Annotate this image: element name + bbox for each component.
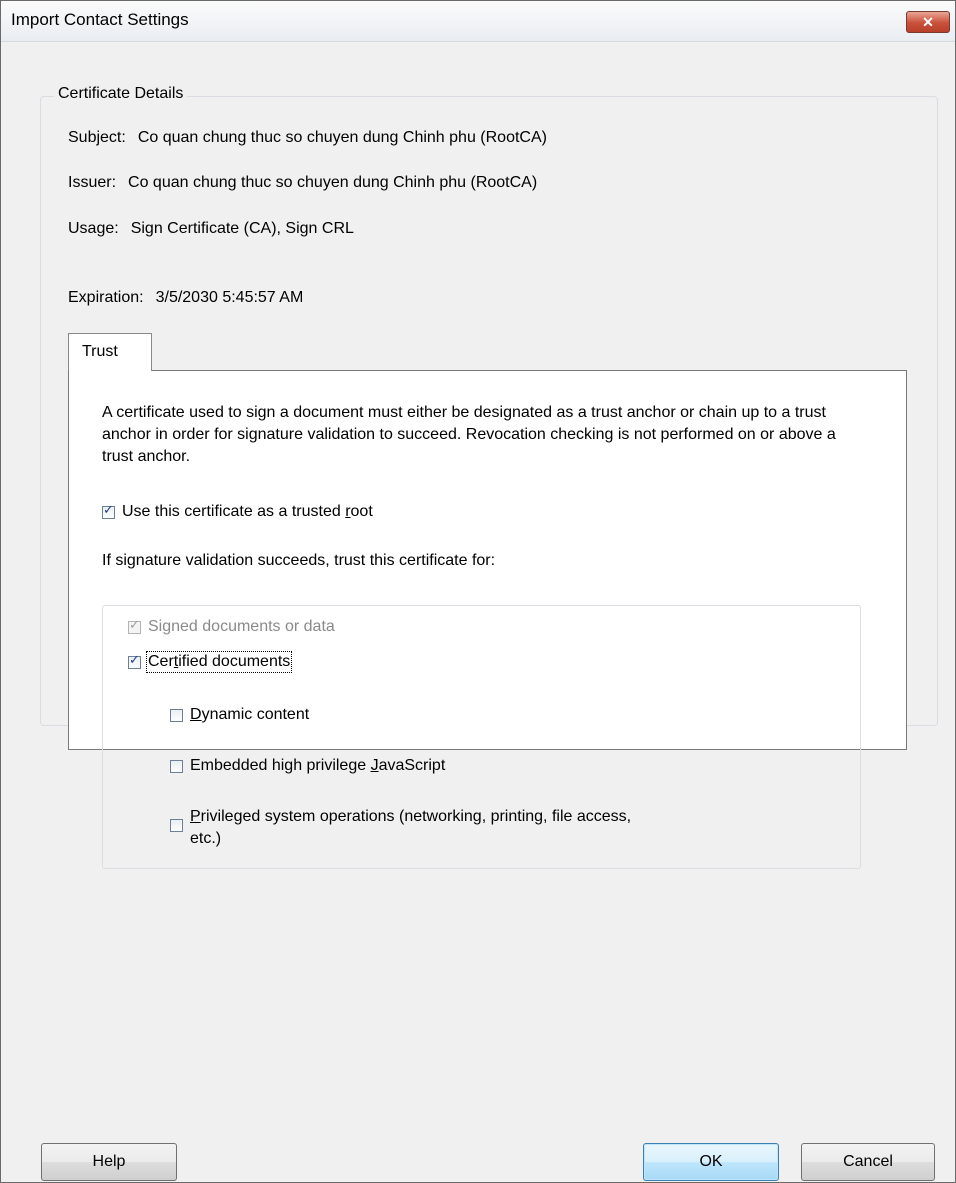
privileged-ops-checkbox-row[interactable]: Privileged system operations (networking… bbox=[170, 806, 631, 850]
expiration-value: 3/5/2030 5:45:57 AM bbox=[155, 289, 304, 306]
help-button[interactable]: Help bbox=[41, 1143, 177, 1181]
javascript-label: Embedded high privilege JavaScript bbox=[190, 757, 446, 774]
javascript-checkbox[interactable] bbox=[170, 759, 183, 773]
trust-for-label: If signature validation succeeds, trust … bbox=[102, 552, 496, 569]
expiration-row: Expiration: 3/5/2030 5:45:57 AM bbox=[68, 289, 303, 307]
issuer-label: Issuer: bbox=[68, 174, 117, 191]
signed-docs-checkbox bbox=[128, 618, 141, 634]
usage-value: Sign Certificate (CA), Sign CRL bbox=[130, 220, 354, 237]
issuer-row: Issuer: Co quan chung thuc so chuyen dung… bbox=[68, 174, 537, 192]
privileged-ops-checkbox[interactable] bbox=[170, 819, 183, 832]
signed-docs-checkbox-row: Signed documents or data bbox=[128, 618, 335, 636]
tab-trust[interactable]: Trust bbox=[68, 333, 152, 371]
certified-docs-checkbox-row[interactable]: Certified documents bbox=[128, 651, 293, 673]
ok-button[interactable]: OK bbox=[643, 1143, 779, 1181]
trusted-root-label: Use this certificate as a trusted root bbox=[122, 503, 373, 520]
tab-trust-label: Trust bbox=[82, 343, 118, 360]
issuer-value: Co quan chung thuc so chuyen dung Chinh … bbox=[128, 174, 538, 191]
usage-row: Usage: Sign Certificate (CA), Sign CRL bbox=[68, 220, 354, 238]
close-button[interactable]: ✕ bbox=[906, 11, 950, 33]
subject-label: Subject: bbox=[68, 129, 126, 146]
usage-label: Usage: bbox=[68, 220, 119, 237]
trust-description: A certificate used to sign a document mu… bbox=[102, 404, 836, 465]
subject-row: Subject: Co quan chung thuc so chuyen dun… bbox=[68, 129, 547, 147]
trusted-root-checkbox[interactable] bbox=[102, 503, 115, 519]
javascript-checkbox-row[interactable]: Embedded high privilege JavaScript bbox=[170, 757, 445, 775]
dynamic-content-checkbox-row[interactable]: Dynamic content bbox=[170, 706, 309, 724]
title-bar: Import Contact Settings ✕ bbox=[1, 1, 955, 42]
close-icon: ✕ bbox=[922, 14, 934, 30]
cancel-button[interactable]: Cancel bbox=[801, 1143, 935, 1181]
dynamic-content-checkbox[interactable] bbox=[170, 708, 183, 722]
dialog-title: Import Contact Settings bbox=[11, 10, 189, 29]
signed-docs-label: Signed documents or data bbox=[148, 618, 335, 635]
dynamic-content-label: Dynamic content bbox=[190, 706, 310, 723]
subject-value: Co quan chung thuc so chuyen dung Chinh … bbox=[137, 129, 547, 146]
certificate-details-legend: Certificate Details bbox=[54, 85, 188, 103]
expiration-label: Expiration: bbox=[68, 289, 144, 306]
certified-docs-label: Certified documents bbox=[145, 651, 293, 673]
certified-docs-checkbox[interactable] bbox=[128, 653, 141, 669]
privileged-ops-label: Privileged system operations (networking… bbox=[190, 808, 632, 847]
trusted-root-checkbox-row[interactable]: Use this certificate as a trusted root bbox=[102, 503, 373, 521]
